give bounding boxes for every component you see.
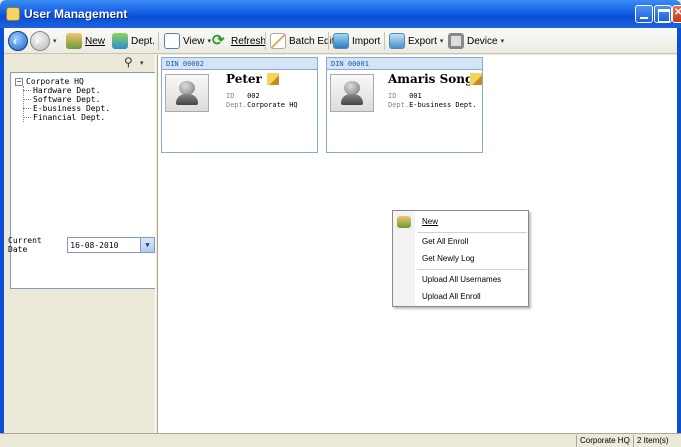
window-frame-right [677, 28, 681, 447]
toolbar-separator [328, 32, 329, 50]
card-dept-label: Dept. [388, 101, 410, 109]
minimize-button[interactable] [635, 5, 653, 23]
person-photo-icon [341, 81, 363, 105]
card-din: DIN 00001 [327, 58, 482, 70]
card-dept-value: E-business Dept. [409, 101, 477, 109]
card-id-row: ID 001 [388, 92, 422, 100]
toolbar-separator [158, 32, 159, 50]
view-dropdown-arrow: ▾ [207, 38, 212, 45]
card-dept-row: Dept.Corporate HQ [226, 101, 298, 109]
tree-item-ebusiness[interactable]: E-business Dept. [23, 104, 110, 113]
tree-root[interactable]: − Corporate HQ [15, 77, 84, 86]
dept-icon [112, 33, 128, 49]
title-bar: User Management [0, 0, 681, 28]
department-tree: − Corporate HQ Hardware Dept. Software D… [10, 72, 156, 289]
export-button[interactable]: Export ▾ [389, 31, 443, 51]
menu-item-get-all-enroll[interactable]: Get All Enroll [422, 235, 527, 249]
tree-item-financial[interactable]: Financial Dept. [23, 113, 105, 122]
view-button[interactable]: View ▾ [164, 31, 211, 51]
import-icon [333, 33, 349, 49]
card-user-name: Peter [226, 72, 262, 86]
user-card[interactable]: DIN 00001 Amaris Song ID 001 Dept.E-busi… [326, 57, 483, 153]
view-icon [164, 33, 180, 49]
window-frame-left [0, 28, 4, 447]
current-date-label: Current Date [8, 236, 42, 254]
refresh-icon: ⟳ [212, 32, 225, 49]
person-photo-icon [176, 81, 198, 105]
menu-item-get-newly-log[interactable]: Get Newly Log [422, 252, 527, 266]
tree-item-label: Financial Dept. [33, 113, 106, 122]
nav-dropdown[interactable]: ▾ [53, 31, 57, 51]
card-dept-label: Dept. [226, 101, 248, 109]
user-photo [330, 74, 374, 112]
app-icon [6, 7, 20, 21]
context-menu: New Get All Enroll Get Newly Log Upload … [392, 210, 529, 307]
card-user-name: Amaris Song [388, 72, 474, 86]
dept-button-label: Dept. [131, 35, 155, 47]
tree-root-label: Corporate HQ [26, 77, 84, 86]
current-date-row: Current Date 16-08-2010 ▼ [8, 236, 155, 254]
tree-item-label: E-business Dept. [33, 104, 111, 113]
card-din: DIN 00002 [162, 58, 317, 70]
card-id-value: 001 [409, 92, 422, 100]
status-bar: Corporate HQ 2 Item(s) [0, 433, 681, 447]
search-icon[interactable]: ⚲ [124, 55, 133, 69]
card-dept-value: Corporate HQ [247, 101, 298, 109]
card-id-label: ID [388, 92, 397, 100]
menu-item-upload-all-enroll[interactable]: Upload All Enroll [422, 290, 527, 304]
tree-item-label: Hardware Dept. [33, 86, 101, 95]
view-button-label: View [183, 35, 205, 47]
toolbar: ‹ › ▾ New Dept. View ▾ ⟳ Refresh Batch E… [0, 28, 681, 54]
card-id-label: ID [226, 92, 235, 100]
edit-pencil-icon[interactable] [267, 73, 279, 85]
status-location: Corporate HQ [576, 435, 630, 447]
import-button-label: Import [352, 35, 381, 47]
current-date-picker[interactable]: 16-08-2010 ▼ [67, 237, 155, 253]
maximize-button[interactable] [654, 5, 672, 23]
current-date-value: 16-08-2010 [70, 240, 119, 250]
new-user-icon [397, 216, 411, 228]
menu-separator [417, 269, 527, 270]
device-button-label: Device [467, 35, 498, 47]
back-arrow-icon[interactable]: ‹ [8, 31, 28, 51]
card-id-value: 002 [247, 92, 260, 100]
batch-edit-button[interactable]: Batch Edit [270, 31, 335, 51]
tree-item-hardware[interactable]: Hardware Dept. [23, 86, 100, 95]
device-button[interactable]: Device ▾ [448, 31, 504, 51]
toolbar-separator [384, 32, 385, 50]
left-panel: ⚲ ▾ − Corporate HQ Hardware Dept. Softwa… [4, 55, 156, 433]
tree-item-software[interactable]: Software Dept. [23, 95, 100, 104]
refresh-button-label: Refresh [231, 35, 267, 47]
user-photo [165, 74, 209, 112]
export-button-label: Export [408, 35, 437, 47]
tree-search-bar: ⚲ ▾ [4, 55, 155, 71]
device-icon [448, 33, 464, 49]
tree-item-label: Software Dept. [33, 95, 101, 104]
dept-button[interactable]: Dept. [112, 31, 155, 51]
card-dept-row: Dept.E-business Dept. [388, 101, 477, 109]
card-id-row: ID 002 [226, 92, 260, 100]
new-button-label: New [85, 35, 106, 47]
window-title: User Management [24, 7, 128, 21]
user-card[interactable]: DIN 00002 Peter ID 002 Dept.Corporate HQ [161, 57, 318, 153]
menu-separator [417, 232, 527, 233]
toolbar-separator [265, 32, 266, 50]
forward-arrow-icon[interactable]: › [30, 31, 50, 51]
close-button[interactable] [672, 5, 681, 23]
device-dropdown-arrow: ▾ [500, 38, 505, 45]
menu-item-new[interactable]: New [422, 215, 527, 229]
refresh-button[interactable]: ⟳ Refresh [212, 31, 266, 51]
new-user-icon [66, 33, 82, 49]
export-dropdown-arrow: ▾ [439, 38, 444, 45]
chevron-down-icon[interactable]: ▼ [140, 238, 154, 252]
search-dropdown-arrow[interactable]: ▾ [140, 59, 144, 67]
import-button[interactable]: Import [333, 31, 380, 51]
edit-pencil-icon[interactable] [470, 73, 482, 85]
tree-collapse-toggle[interactable]: − [15, 77, 23, 86]
export-icon [389, 33, 405, 49]
status-item-count: 2 Item(s) [633, 435, 669, 447]
batch-edit-icon [270, 33, 286, 49]
new-button[interactable]: New [66, 31, 105, 51]
menu-item-upload-all-usernames[interactable]: Upload All Usernames [422, 273, 527, 287]
